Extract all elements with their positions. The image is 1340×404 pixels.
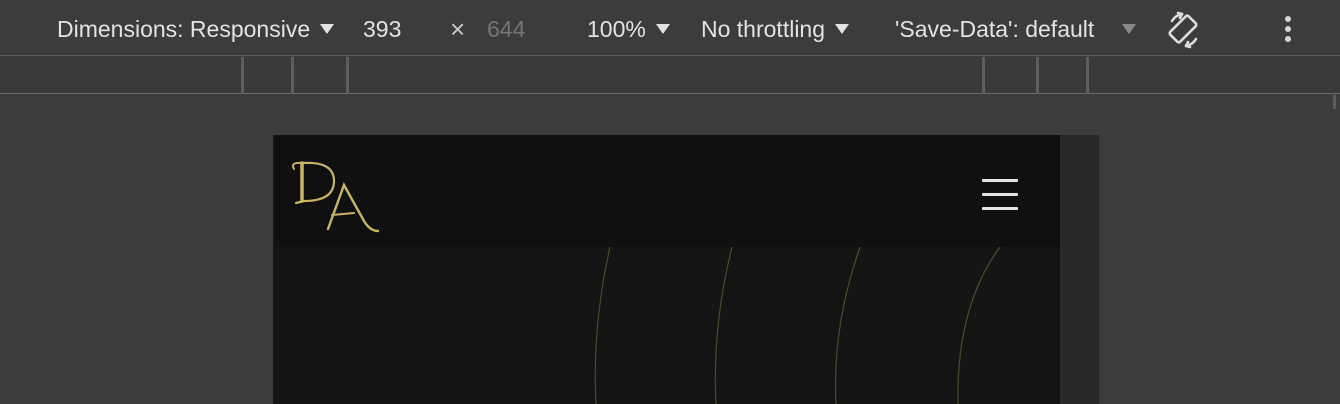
web-page — [274, 135, 1060, 404]
zoom-label: 100% — [587, 16, 646, 42]
devtools-device-mode: Dimensions: Responsive × 100% No throttl… — [0, 0, 1340, 404]
hero-section — [274, 247, 1060, 404]
save-data-label: 'Save-Data': default — [895, 16, 1095, 42]
rotate-icon[interactable] — [1164, 10, 1204, 50]
dimensions-label: Dimensions: Responsive — [57, 16, 311, 42]
throttling-label: No throttling — [701, 16, 826, 42]
throttling-dropdown[interactable]: No throttling — [701, 14, 850, 44]
width-input[interactable] — [363, 14, 423, 44]
more-vertical-icon[interactable] — [1276, 12, 1300, 46]
scrollbar-edge[interactable] — [1333, 95, 1336, 109]
chevron-down-icon — [835, 24, 850, 34]
media-query-marker[interactable] — [1086, 57, 1089, 94]
save-data-dropdown[interactable]: 'Save-Data': default — [895, 14, 1137, 44]
media-query-marker[interactable] — [346, 57, 349, 94]
site-header — [274, 135, 1060, 247]
media-query-marker[interactable] — [291, 57, 294, 94]
times-icon: × — [450, 14, 466, 44]
hamburger-menu-icon[interactable] — [980, 177, 1020, 213]
dimensions-dropdown[interactable]: Dimensions: Responsive — [57, 14, 335, 44]
chevron-down-icon — [655, 24, 670, 34]
device-toolbar: Dimensions: Responsive × 100% No throttl… — [0, 0, 1340, 56]
chevron-down-icon — [1122, 24, 1137, 34]
media-query-marker[interactable] — [982, 57, 985, 94]
media-query-bar — [0, 57, 1340, 94]
zoom-dropdown[interactable]: 100% — [587, 14, 670, 44]
height-input[interactable] — [487, 14, 547, 44]
media-query-marker[interactable] — [1036, 57, 1039, 94]
media-query-marker[interactable] — [241, 57, 244, 94]
logo[interactable] — [288, 159, 388, 235]
emulated-viewport — [273, 135, 1099, 404]
decorative-curves — [594, 247, 1001, 404]
chevron-down-icon — [320, 24, 335, 34]
